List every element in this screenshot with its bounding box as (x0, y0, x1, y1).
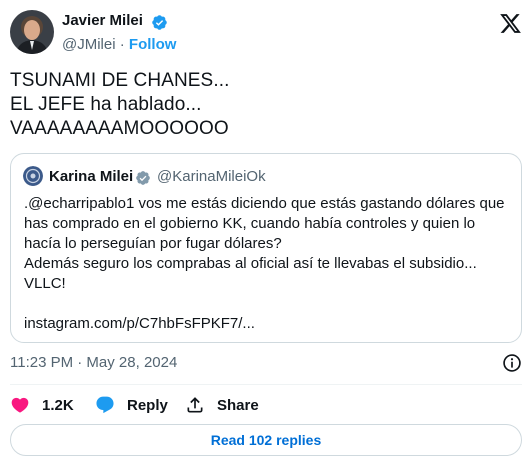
quoted-tweet-card[interactable]: Karina Milei @KarinaMileiOk .@echarripab… (10, 153, 522, 343)
share-label: Share (217, 396, 259, 414)
quoted-avatar (23, 166, 43, 186)
info-icon[interactable] (502, 353, 522, 373)
meta-separator: · (119, 36, 125, 53)
quoted-author-handle: @KarinaMileiOk (157, 168, 266, 185)
author-meta: @JMilei · Follow (62, 36, 176, 53)
reply-bubble-icon (96, 396, 114, 414)
share-icon (187, 397, 203, 413)
reply-label: Reply (127, 396, 168, 414)
like-count: 1.2K (42, 396, 74, 414)
author-avatar[interactable] (10, 10, 54, 54)
quoted-tweet-text: .@echarripablo1 vos me estás diciendo qu… (24, 195, 505, 292)
tweet-timestamp[interactable]: 11:23 PM · May 28, 2024 (10, 354, 177, 371)
quoted-tweet-link[interactable]: instagram.com/p/C7hbFsFPKF7/... (24, 315, 255, 332)
author-handle[interactable]: @JMilei (62, 36, 116, 53)
author-name[interactable]: Javier Milei (62, 12, 143, 29)
x-logo-icon[interactable] (499, 12, 522, 35)
divider (10, 384, 522, 385)
heart-icon (11, 397, 29, 413)
reply-button[interactable]: Reply (95, 395, 168, 415)
follow-button[interactable]: Follow (129, 36, 177, 53)
quoted-author-name: Karina Milei (49, 168, 134, 185)
read-replies-label: Read 102 replies (210, 432, 322, 448)
verified-badge-icon (152, 15, 167, 30)
gray-badge-icon (136, 171, 150, 185)
read-replies-button[interactable]: Read 102 replies (10, 424, 522, 456)
tweet-text: TSUNAMI DE CHANES... EL JEFE ha hablado.… (10, 70, 230, 139)
like-button[interactable]: 1.2K (10, 395, 74, 415)
share-button[interactable]: Share (185, 395, 259, 415)
